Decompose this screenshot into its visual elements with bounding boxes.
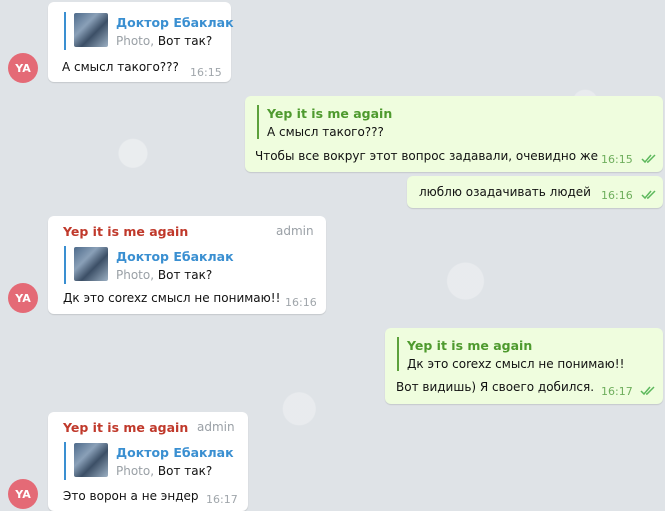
double-check-icon: [641, 190, 656, 200]
double-check-icon: [641, 154, 656, 164]
reply-text: А смысл такого???: [267, 125, 384, 139]
reply-author: Yep it is me again: [407, 338, 533, 353]
reply-preview[interactable]: Доктор Ебаклак Photo, Вот так?: [64, 442, 242, 480]
reply-type: Photo,: [116, 268, 155, 282]
sender-name[interactable]: Yep it is me again: [63, 420, 188, 435]
admin-badge: admin: [276, 224, 314, 238]
message-bubble[interactable]: люблю озадачивать людей 16:16: [407, 176, 663, 208]
reply-type: Photo,: [116, 34, 155, 48]
message-time: 16:15: [601, 153, 633, 166]
message-bubble[interactable]: Yep it is me again А смысл такого??? Что…: [245, 96, 663, 172]
message-text: А смысл такого???: [62, 60, 179, 74]
reply-text: Вот так?: [157, 464, 213, 478]
reply-author: Доктор Ебаклак: [116, 445, 234, 460]
message-time: 16:16: [601, 189, 633, 202]
avatar[interactable]: YA: [8, 479, 38, 509]
photo-thumbnail: [74, 13, 108, 47]
photo-thumbnail: [74, 247, 108, 281]
message-time: 16:15: [190, 66, 222, 79]
message-time: 16:17: [206, 493, 238, 506]
message-text: люблю озадачивать людей: [419, 185, 591, 199]
message-text: Дк это corexz смысл не понимаю!!: [63, 291, 281, 305]
message-bubble[interactable]: Доктор Ебаклак Photo, Вот так? А смысл т…: [48, 2, 234, 82]
reply-text: Вот так?: [157, 268, 213, 282]
message-text: Чтобы все вокруг этот вопрос задавали, о…: [255, 149, 599, 163]
reply-preview[interactable]: Доктор Ебаклак Photo, Вот так?: [64, 12, 234, 50]
message-bubble[interactable]: Yep it is me again admin Доктор Ебаклак …: [48, 412, 248, 511]
sender-name[interactable]: Yep it is me again: [63, 224, 188, 239]
reply-preview[interactable]: Доктор Ебаклак Photo, Вот так?: [64, 246, 272, 284]
message-time: 16:16: [285, 296, 317, 309]
reply-type: Photo,: [116, 464, 155, 478]
admin-badge: admin: [197, 420, 235, 434]
avatar[interactable]: YA: [8, 283, 38, 313]
reply-preview[interactable]: Yep it is me again Дк это corexz смысл н…: [397, 337, 635, 371]
message-time: 16:17: [601, 385, 633, 398]
reply-author: Yep it is me again: [267, 106, 393, 121]
message-bubble[interactable]: Yep it is me again admin Доктор Ебаклак …: [48, 216, 326, 314]
reply-preview[interactable]: Yep it is me again А смысл такого???: [257, 105, 565, 139]
photo-thumbnail: [74, 443, 108, 477]
message-text: Вот видишь) Я своего добился.: [396, 380, 595, 394]
reply-author: Доктор Ебаклак: [116, 249, 234, 264]
message-text: Это ворон а не эндер: [63, 489, 199, 503]
avatar[interactable]: YA: [8, 53, 38, 83]
double-check-icon: [640, 386, 655, 396]
reply-text: Вот так?: [157, 34, 213, 48]
reply-author: Доктор Ебаклак: [116, 15, 234, 30]
reply-text: Дк это corexz смысл не понимаю!!: [407, 357, 625, 371]
message-bubble[interactable]: Yep it is me again Дк это corexz смысл н…: [385, 328, 663, 404]
